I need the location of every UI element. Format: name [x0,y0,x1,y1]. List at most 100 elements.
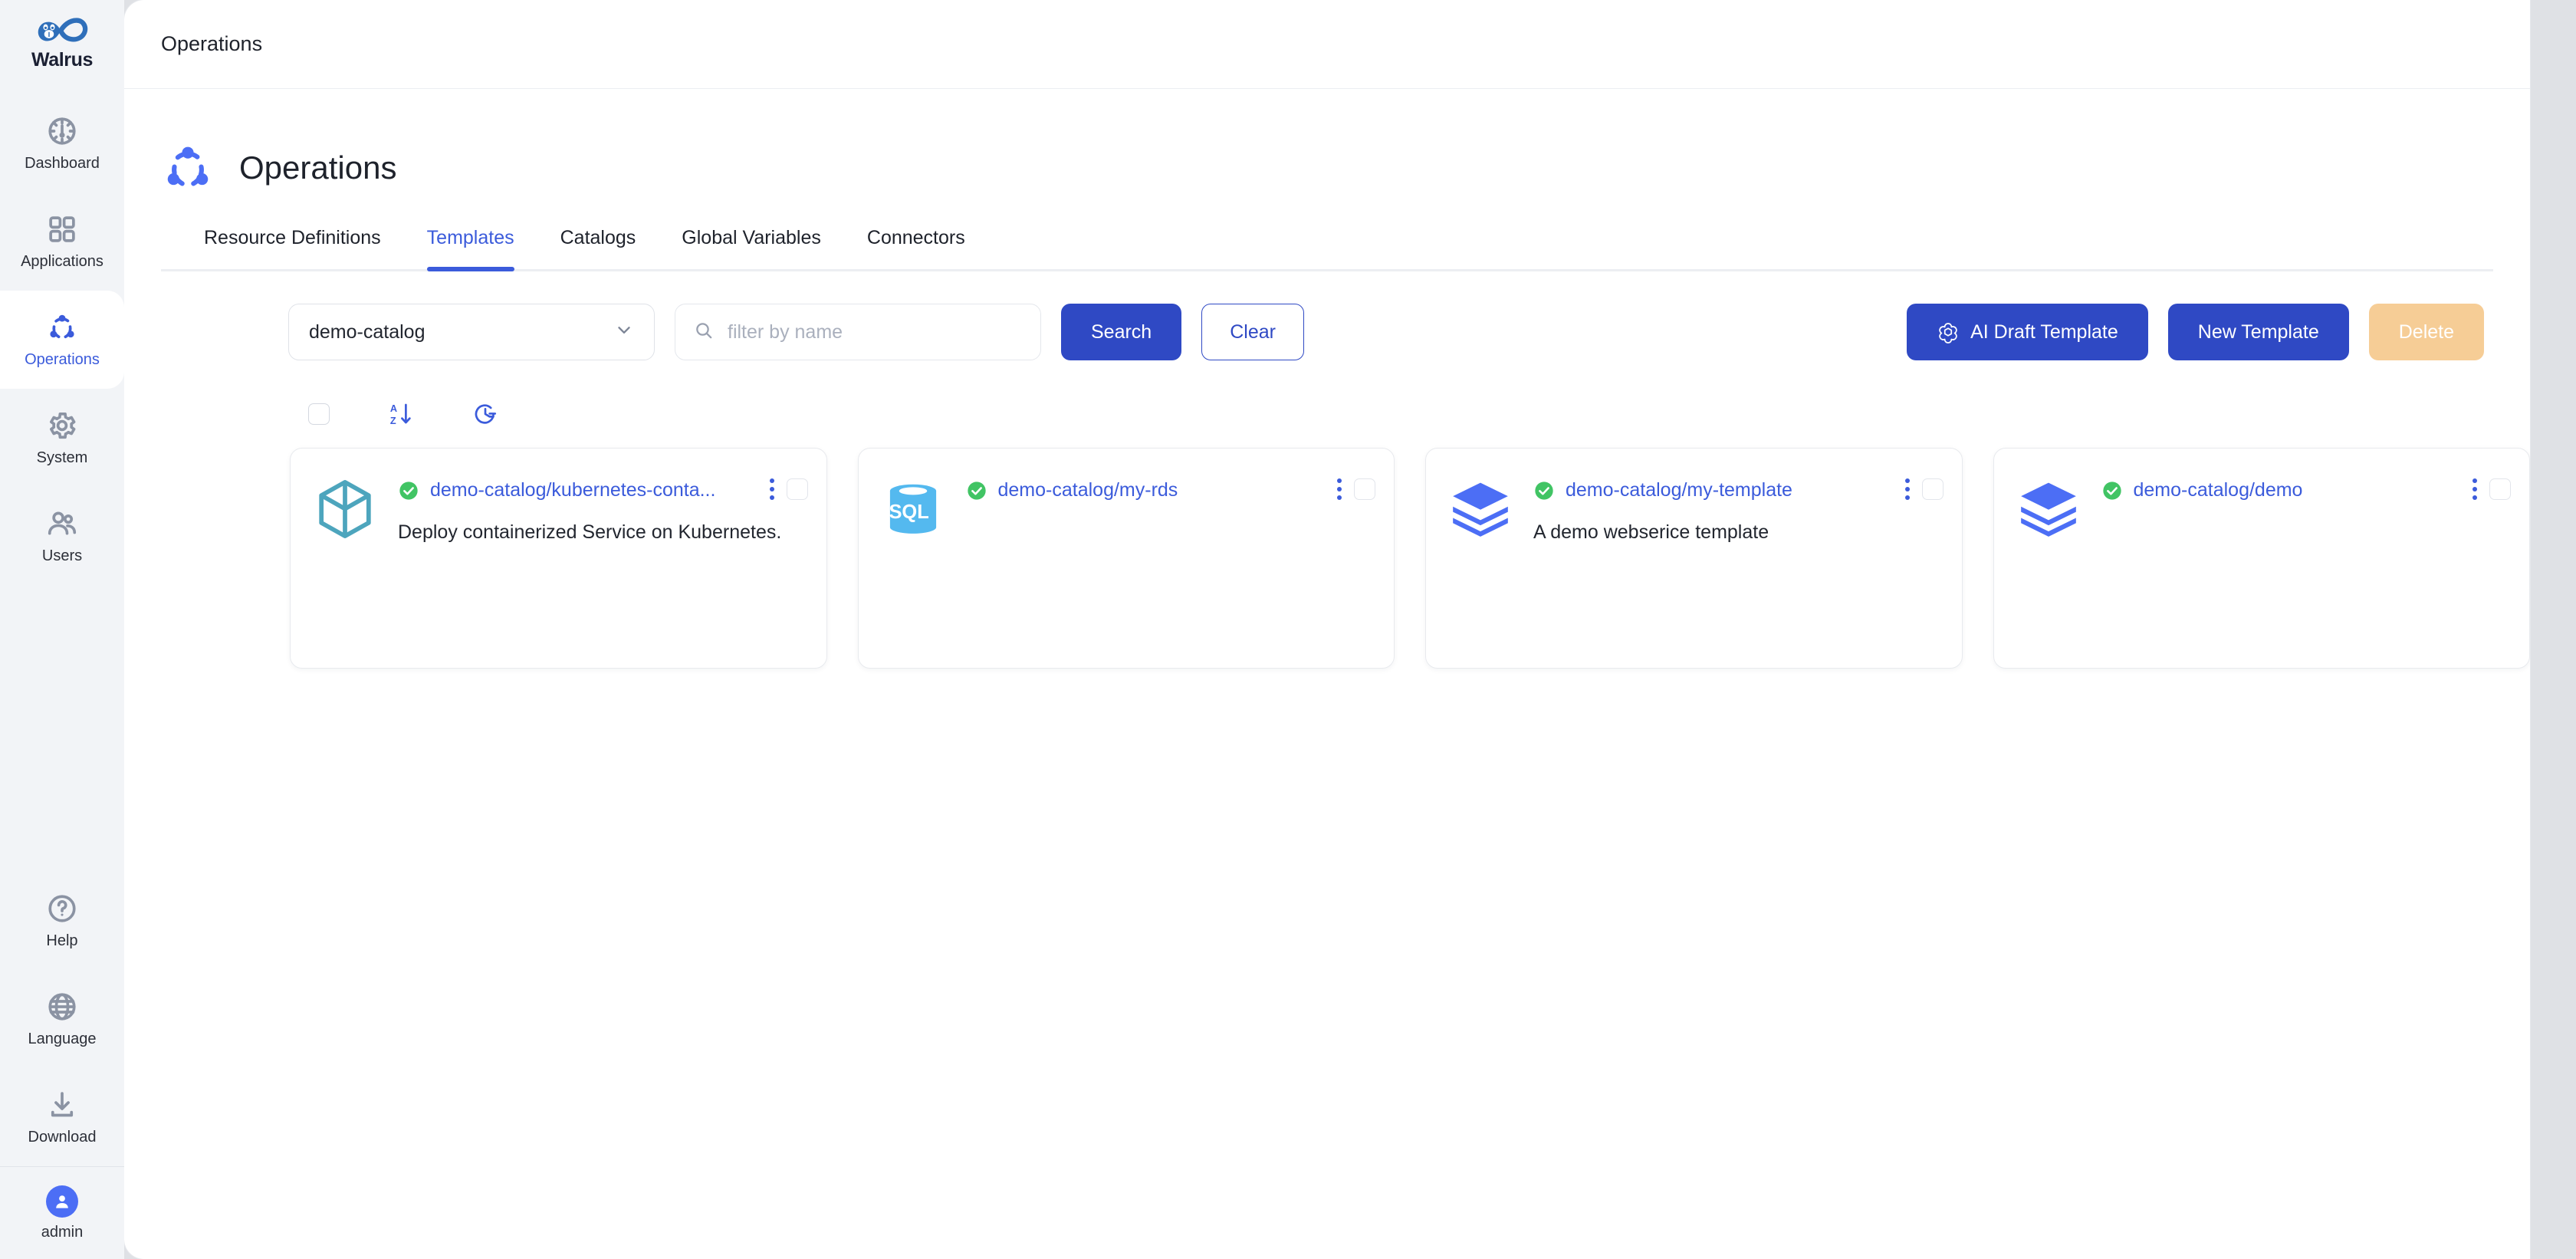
delete-button: Delete [2368,304,2484,360]
card-body: demo-catalog/my-rds [966,476,1375,668]
search-field[interactable] [675,304,1041,360]
card-body: demo-catalog/my-template A demo webseric… [1533,476,1942,668]
card-body: demo-catalog/demo [2101,476,2510,668]
sidebar-item-label: Operations [25,350,100,368]
brand-logo[interactable]: Walrus [29,14,95,71]
tab-resource-definitions[interactable]: Resource Definitions [161,227,404,269]
more-vertical-icon[interactable] [768,476,776,502]
template-card[interactable]: SQL demo-catalog/my-rds [857,448,1395,669]
template-card[interactable]: demo-catalog/my-template A demo webseric… [1425,448,1963,669]
sidebar-item-help[interactable]: Help [0,872,124,970]
sidebar-item-label: Users [41,547,83,564]
sidebar-item-system[interactable]: System [0,389,124,487]
download-icon [46,1089,78,1121]
select-all-checkbox[interactable] [308,403,330,425]
card-title[interactable]: demo-catalog/my-rds [998,479,1178,501]
sidebar-item-applications[interactable]: Applications [0,192,124,291]
sidebar: Walrus Dashboard Applications Operations… [0,0,124,1259]
tab-global-variables[interactable]: Global Variables [659,227,844,269]
cube-3d-icon [312,476,378,542]
sidebar-user[interactable]: admin [0,1167,124,1259]
sidebar-item-label: Dashboard [25,154,100,172]
card-select-checkbox[interactable] [1354,478,1375,500]
catalog-select-value: demo-catalog [309,321,426,343]
globe-icon [46,991,78,1023]
layers-stack-icon [1447,476,1513,542]
sidebar-item-download[interactable]: Download [0,1068,124,1166]
card-select-checkbox[interactable] [786,478,808,500]
layers-stack-icon [2016,476,2082,542]
search-icon [694,321,714,344]
tab-label: Resource Definitions [204,227,381,248]
tab-connectors[interactable]: Connectors [844,227,988,269]
sql-database-icon: SQL [880,476,946,542]
question-circle-icon [46,892,78,925]
main-panel: Operations Operations Resource Definitio… [124,0,2530,1259]
search-input[interactable] [728,321,1022,344]
sidebar-item-label: Applications [21,252,104,270]
template-card[interactable]: demo-catalog/kubernetes-conta... Deploy … [290,448,827,669]
sidebar-nav: Dashboard Applications Operations System… [0,94,124,585]
sidebar-item-dashboard[interactable]: Dashboard [0,94,124,192]
card-title[interactable]: demo-catalog/demo [2134,479,2303,501]
card-title[interactable]: demo-catalog/kubernetes-conta... [430,479,715,501]
page-title: Operations [239,150,397,186]
sidebar-user-label: admin [41,1223,84,1241]
card-description: Deploy containerized Service on Kubernet… [398,521,782,543]
sort-az-icon[interactable]: A Z [388,401,414,427]
sidebar-item-users[interactable]: Users [0,487,124,585]
user-avatar-icon [46,1185,78,1218]
walrus-infinity-logo-icon [29,14,95,48]
card-actions [768,476,808,502]
card-select-checkbox[interactable] [1921,478,1944,500]
svg-text:SQL: SQL [889,501,928,523]
sidebar-item-label: Download [28,1128,97,1146]
sidebar-item-label: Help [46,932,78,949]
card-title[interactable]: demo-catalog/my-template [1566,479,1792,501]
chevron-down-icon [614,320,634,345]
filter-toolbar: demo-catalog Search Clear [124,271,2530,360]
ai-draft-template-button[interactable]: AI Draft Template [1907,304,2148,360]
sidebar-item-language[interactable]: Language [0,970,124,1068]
card-body: demo-catalog/kubernetes-conta... Deploy … [398,476,807,668]
search-button[interactable]: Search [1061,304,1182,360]
tab-label: Connectors [866,227,965,248]
more-vertical-icon[interactable] [1336,476,1343,502]
sidebar-item-label: System [36,449,88,466]
sidebar-bottom-nav: Help Language Download admin [0,872,124,1259]
more-vertical-icon[interactable] [2471,476,2479,502]
tab-label: Templates [426,227,514,248]
check-circle-icon [1533,480,1555,501]
brand-name: Walrus [31,49,94,71]
svg-text:A: A [390,403,397,414]
page-header: Operations [124,89,2530,204]
card-actions [2471,476,2511,502]
tab-label: Catalogs [560,227,636,248]
sidebar-item-label: Language [28,1030,97,1047]
clear-button[interactable]: Clear [1201,304,1304,360]
operations-nodes-icon [46,311,78,344]
card-actions [1904,476,1944,502]
new-template-button[interactable]: New Template [2167,304,2349,360]
openai-spiral-icon [1937,321,1960,344]
sidebar-item-operations[interactable]: Operations [0,291,124,389]
svg-text:Z: Z [390,415,396,426]
tab-templates[interactable]: Templates [404,227,537,271]
grid-apps-icon [46,213,78,245]
card-select-checkbox[interactable] [2489,478,2511,500]
card-description: A demo webserice template [1533,521,1769,543]
template-card[interactable]: demo-catalog/demo [1993,448,2530,669]
dashboard-gauge-icon [46,115,78,147]
gear-icon [46,409,78,442]
template-card-grid: demo-catalog/kubernetes-conta... Deploy … [124,434,2530,669]
check-circle-icon [398,480,419,501]
users-icon [46,508,78,540]
tab-catalogs[interactable]: Catalogs [537,227,659,269]
more-vertical-icon[interactable] [1904,476,1911,502]
clock-history-icon[interactable] [472,401,498,427]
operations-nodes-icon [161,141,215,195]
breadcrumb[interactable]: Operations [161,32,262,56]
primary-actions: AI Draft Template New Template Delete [1907,304,2484,360]
tab-label: Global Variables [682,227,821,248]
catalog-select[interactable]: demo-catalog [288,304,655,360]
